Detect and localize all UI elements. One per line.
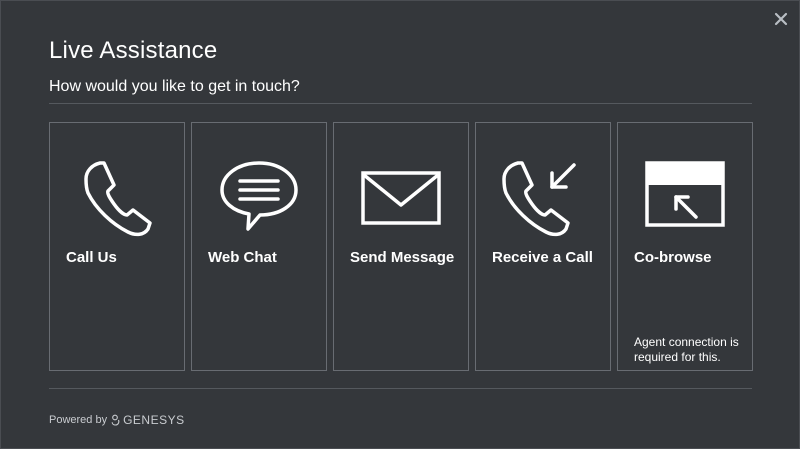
close-button[interactable] <box>773 11 789 27</box>
option-web-chat[interactable]: Web Chat <box>191 122 327 371</box>
live-assistance-dialog: Live Assistance How would you like to ge… <box>0 0 800 449</box>
option-receive-a-call[interactable]: Receive a Call <box>475 122 611 371</box>
top-divider <box>49 103 752 104</box>
bottom-divider <box>49 388 752 389</box>
option-label: Send Message <box>350 249 455 266</box>
option-note: Agent connection is required for this. <box>634 335 739 364</box>
contact-options: Call Us Web Chat Send Message Receive a … <box>49 122 753 372</box>
incoming-call-icon <box>502 161 576 237</box>
option-label: Web Chat <box>208 249 277 266</box>
option-label: Call Us <box>66 249 117 266</box>
footer: Powered by GENESYS <box>49 413 185 427</box>
option-co-browse[interactable]: Co-browse Agent connection is required f… <box>617 122 753 371</box>
phone-icon <box>84 161 152 237</box>
chat-bubble-icon <box>220 161 298 231</box>
dialog-subtitle: How would you like to get in touch? <box>49 78 300 95</box>
genesys-brand[interactable]: GENESYS <box>111 413 185 427</box>
option-send-message[interactable]: Send Message <box>333 122 469 371</box>
option-label: Co-browse <box>634 249 712 266</box>
brand-name: GENESYS <box>123 413 185 427</box>
envelope-icon <box>361 171 441 225</box>
powered-by-text: Powered by <box>49 414 108 426</box>
option-call-us[interactable]: Call Us <box>49 122 185 371</box>
option-label: Receive a Call <box>492 249 593 266</box>
close-icon <box>774 12 788 26</box>
dialog-title: Live Assistance <box>49 37 218 64</box>
genesys-logo-icon <box>111 414 120 426</box>
cobrowse-window-icon <box>645 161 725 227</box>
